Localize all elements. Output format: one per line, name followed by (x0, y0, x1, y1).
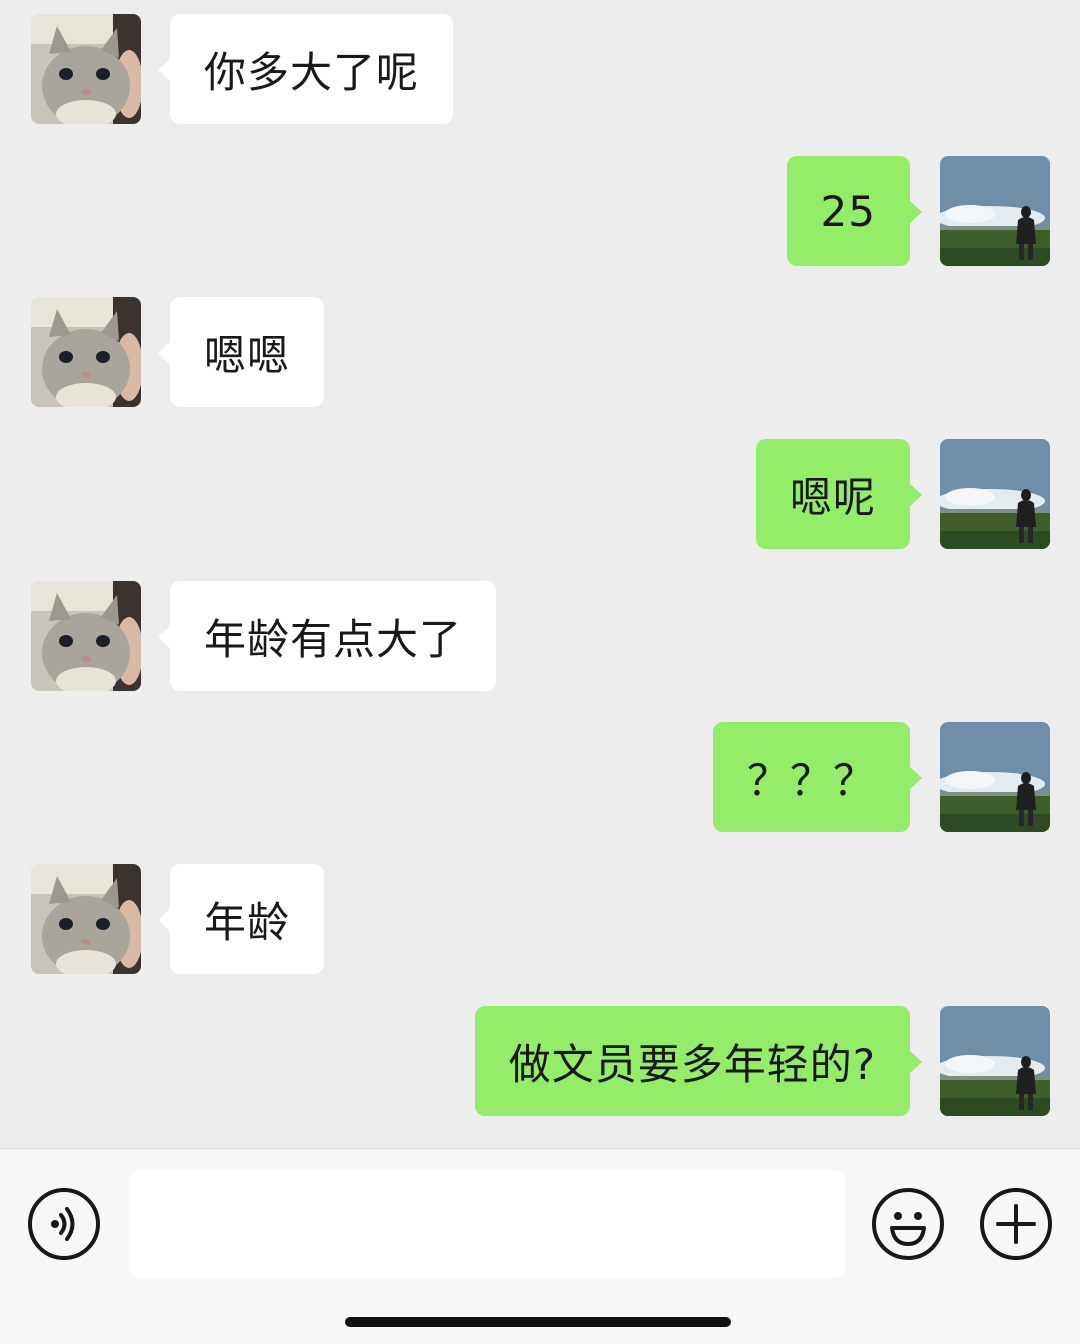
contact-avatar[interactable] (31, 14, 141, 124)
message-row-incoming: 嗯嗯 (0, 297, 1080, 407)
message-row-outgoing: ？？？ (0, 722, 1080, 832)
landscape-person-avatar-icon (940, 439, 1050, 549)
emoji-button[interactable] (872, 1188, 944, 1260)
my-avatar[interactable] (940, 722, 1050, 832)
voice-icon (51, 1207, 75, 1241)
emoji-icon (890, 1212, 926, 1246)
message-bubble-incoming[interactable]: 嗯嗯 (157, 297, 325, 407)
message-row-outgoing: 25 (0, 156, 1080, 266)
message-row-outgoing: 做文员要多年轻的? (0, 1006, 1080, 1116)
landscape-person-avatar-icon (940, 156, 1050, 266)
message-bubble-outgoing[interactable]: 嗯呢 (755, 439, 923, 549)
my-avatar[interactable] (940, 156, 1050, 266)
landscape-person-avatar-icon (940, 722, 1050, 832)
landscape-person-avatar-icon (940, 1006, 1050, 1116)
message-input[interactable] (130, 1170, 845, 1278)
my-avatar[interactable] (940, 439, 1050, 549)
message-bubble-incoming[interactable]: 年龄 (157, 864, 325, 974)
message-bubble-outgoing[interactable]: ？？？ (712, 722, 923, 832)
message-row-incoming: 年龄有点大了 (0, 581, 1080, 691)
message-row-incoming: 年龄 (0, 864, 1080, 974)
cat-photo-avatar-icon (31, 14, 141, 124)
message-row-outgoing: 嗯呢 (0, 439, 1080, 549)
message-bubble-outgoing[interactable]: 25 (786, 156, 923, 266)
message-bubble-incoming[interactable]: 年龄有点大了 (157, 581, 497, 691)
contact-avatar[interactable] (31, 864, 141, 974)
home-indicator (345, 1317, 731, 1327)
more-button[interactable] (980, 1188, 1052, 1260)
plus-icon (996, 1204, 1036, 1244)
contact-avatar[interactable] (31, 297, 141, 407)
message-row-incoming: 你多大了呢 (0, 14, 1080, 124)
message-bubble-incoming[interactable]: 你多大了呢 (157, 14, 454, 124)
voice-button[interactable] (28, 1188, 100, 1260)
my-avatar[interactable] (940, 1006, 1050, 1116)
cat-photo-avatar-icon (31, 864, 141, 974)
chat-area[interactable]: 你多大了呢 25 嗯嗯 嗯呢 年龄有点大了 ？？？ 年龄 做文员要多年轻的? (0, 0, 1080, 1148)
cat-photo-avatar-icon (31, 297, 141, 407)
cat-photo-avatar-icon (31, 581, 141, 691)
contact-avatar[interactable] (31, 581, 141, 691)
message-bubble-outgoing[interactable]: 做文员要多年轻的? (474, 1006, 923, 1116)
